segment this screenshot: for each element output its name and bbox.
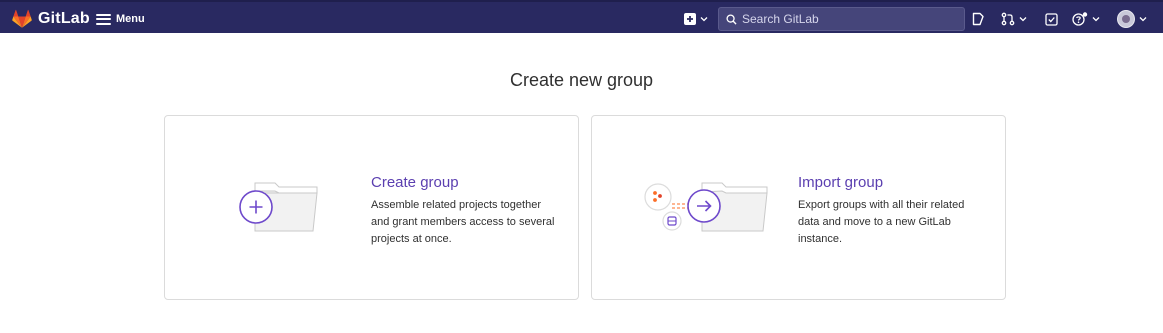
issues-icon [972,12,984,26]
brand-name: GitLab [38,10,90,27]
chevron-down-icon [1092,17,1100,22]
help-dropdown[interactable] [1072,10,1100,28]
import-group-description: Export groups with all their related dat… [798,199,965,245]
merge-requests-dropdown[interactable] [1001,10,1027,28]
menu-label: Menu [116,13,145,25]
page-title: Create new group [509,70,654,90]
import-group-card[interactable]: Import group Export groups with all thei… [591,115,1006,300]
create-group-illustration-icon [239,182,318,232]
create-group-card[interactable]: Create group Assemble related projects t… [164,115,579,300]
import-group-text: Import group Export groups with all thei… [798,174,988,248]
chevron-down-icon [1019,17,1027,22]
chevron-down-icon [700,17,708,22]
plus-square-icon [684,13,696,25]
issues-link[interactable] [972,10,985,28]
user-menu-dropdown[interactable] [1117,10,1147,28]
import-group-illustration-icon [644,182,768,232]
chevron-down-icon [1139,17,1147,22]
create-group-description: Assemble related projects together and g… [371,199,555,245]
menu-button[interactable]: Menu [96,8,145,30]
help-icon [1072,12,1088,26]
search-input[interactable] [742,12,942,26]
gitlab-home-link[interactable]: GitLab [12,7,90,31]
todo-icon [1045,12,1058,26]
search-icon [726,13,737,25]
import-group-title[interactable]: Import group [798,174,988,191]
hamburger-icon [96,13,111,25]
top-navbar: GitLab Menu [0,0,1163,33]
search-box[interactable] [718,7,965,31]
gitlab-logo-icon [12,9,32,28]
merge-request-icon [1001,12,1015,26]
create-group-text: Create group Assemble related projects t… [371,174,561,248]
avatar [1117,10,1135,28]
create-group-title[interactable]: Create group [371,174,561,191]
new-item-dropdown[interactable] [684,10,708,28]
todos-link[interactable] [1045,10,1058,28]
